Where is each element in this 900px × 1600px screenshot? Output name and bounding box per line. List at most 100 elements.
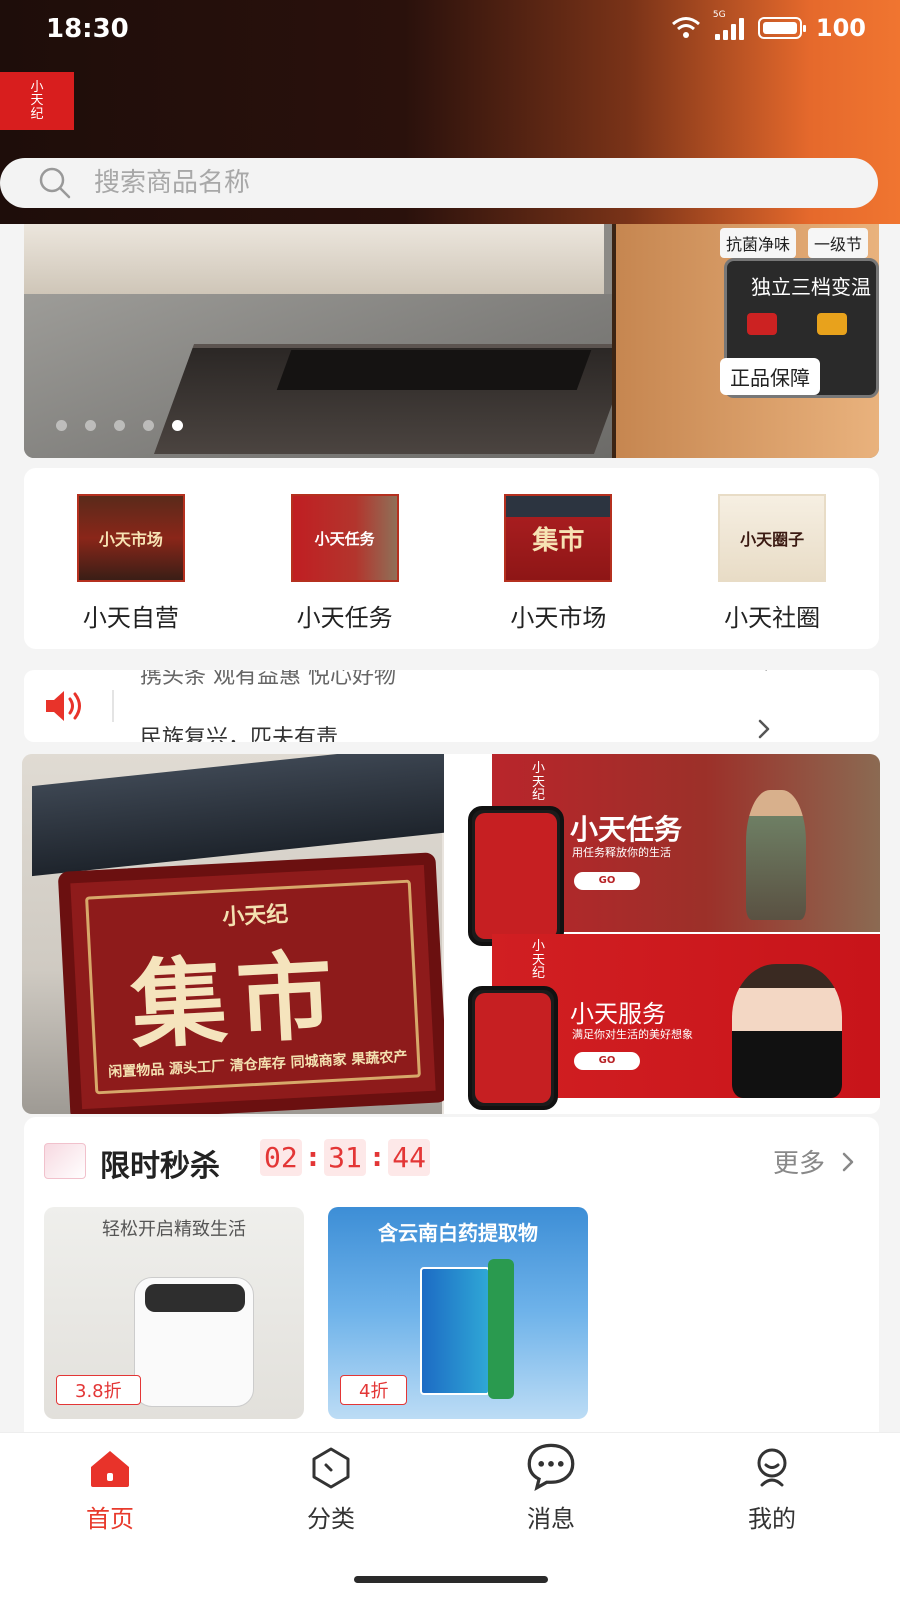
status-icons: 5G 100 [671,10,866,42]
genuine-badge: 正品保障 [720,358,820,395]
product-card-toothpaste[interactable]: 含云南白药提取物 4折 [328,1207,588,1419]
notice-text: 民族复兴，匹夫有责 [140,726,339,742]
tab-label: 消息 [527,1505,575,1533]
brand-logo[interactable]: 小 天 纪 [0,72,74,130]
panel-option-2 [817,313,847,335]
tab-label: 分类 [307,1505,355,1533]
app-header: 18:30 5G 100 小 天 纪 [0,0,900,224]
toothpaste-box-image [420,1267,490,1395]
category-image-text: 小天市场 [98,530,163,549]
panel-option-1 [747,313,777,335]
speaker-icon [46,691,81,721]
tab-home[interactable]: 首页 [50,1445,170,1534]
task-poster-image: 小天任务 [290,494,399,582]
category-community[interactable]: 小天圈子 小天社圈 [692,494,852,649]
carousel-dot[interactable] [56,420,67,431]
phone-mockup [468,806,564,946]
carousel-dot[interactable] [85,420,96,431]
flash-sale-section: 限时秒杀 02 : 31 : 44 更多 轻松开启精致生活 3.8折 含云南白药… [24,1117,879,1447]
carousel-dot-active[interactable] [172,420,183,431]
task-promo-subtitle: 用任务释放你的生活 [572,846,671,859]
task-go-button[interactable]: GO [574,872,640,890]
chevron-right-icon [842,1152,854,1171]
category-label: 小天任务 [296,604,393,632]
promo-banner[interactable]: 小天纪 集市 闲置物品 源头工厂 清仓库存 同城商家 果蔬农产 小 天 纪 小天… [22,754,880,1114]
banner-sofa [24,224,604,294]
service-promo-subtitle: 满足你对生活的美好想象 [572,1028,693,1041]
banner-table-slot [276,350,592,390]
status-bar: 18:30 5G 100 [0,0,900,64]
carousel-dot[interactable] [143,420,154,431]
battery-level: 100 [815,14,866,42]
search-input[interactable] [94,168,794,198]
category-grid: 小天市场 小天自营 小天任务 小天任务 集市 小天市场 小天圈子 小天社圈 [24,468,879,649]
countdown-minutes: 31 [324,1139,366,1176]
shop-sign-image: 小天市场 [76,494,185,582]
signal-icon: 5G [713,10,744,40]
service-promo: 小 天 纪 小天任务 用任务释放你的生活 GO 小 天 纪 小天服务 满足你对生… [444,754,880,1114]
product-tagline: 含云南白药提取物 [378,1221,538,1245]
phone-mockup [468,986,558,1110]
announcement-bar[interactable]: 携头条 观有益惠 悦心好物 民族复兴，匹夫有责 [24,670,879,742]
chevron-right-icon [765,670,767,671]
banner-carousel[interactable]: 抗菌净味 一级节 独立三档变温 正品保障 [24,224,879,458]
service-promo-title: 小天服务 [570,1000,666,1028]
countdown-separator: : [371,1142,383,1173]
home-icon [91,1451,129,1487]
hiker-image [746,790,806,920]
service-go-button[interactable]: GO [574,1052,640,1070]
category-tasks[interactable]: 小天任务 小天任务 [265,494,425,649]
phone-screen [475,993,551,1103]
product-tagline: 轻松开启精致生活 [102,1219,246,1240]
search-bar[interactable] [0,158,878,208]
status-time: 18:30 [46,14,129,44]
battery-icon [757,17,806,39]
countdown-hours: 02 [260,1139,302,1176]
wifi-icon [671,17,700,38]
category-image-text: 小天任务 [314,529,375,548]
tab-label: 我的 [748,1505,796,1533]
maid-image [732,964,842,1098]
promo-logo: 小 天 纪 [532,939,546,982]
category-label: 小天社圈 [724,604,821,632]
discount-badge: 4折 [340,1375,408,1405]
tab-messages[interactable]: 消息 [491,1443,611,1534]
rice-cooker-image [134,1277,254,1407]
flash-sale-title: 限时秒杀 [100,1149,220,1184]
more-link[interactable]: 更多 [773,1143,855,1180]
category-image-text: 集市 [532,525,585,556]
tab-category[interactable]: 分类 [271,1445,391,1534]
task-promo-title: 小天任务 [570,813,683,846]
circle-painting-image: 小天圈子 [718,494,827,582]
countdown-timer: 02 : 31 : 44 [260,1139,430,1176]
tab-profile[interactable]: 我的 [712,1445,832,1534]
promo-logo: 小 天 纪 [532,761,546,804]
chevron-right-icon [758,719,770,739]
market-sign: 小天纪 集市 闲置物品 源头工厂 清仓库存 同城商家 果蔬农产 [57,852,449,1114]
category-icon [312,1447,350,1489]
toothpaste-tube-image [488,1259,514,1399]
perfume-icon [44,1143,86,1179]
banner-chip-antibacterial: 抗菌净味 [720,228,797,258]
search-icon [39,167,71,199]
category-label: 小天市场 [510,604,607,632]
message-icon [527,1443,575,1491]
home-indicator[interactable] [354,1576,548,1583]
logo-text: 小 天 纪 [30,79,44,122]
countdown-seconds: 44 [388,1139,430,1176]
market-promo: 小天纪 集市 闲置物品 源头工厂 清仓库存 同城商家 果蔬农产 [22,754,452,1114]
carousel-dot[interactable] [114,420,125,431]
phone-screen [475,813,557,939]
product-card-rice-cooker[interactable]: 轻松开启精致生活 3.8折 [44,1207,304,1419]
bottom-tab-bar: 首页 分类 消息 我的 [0,1432,900,1600]
category-image-text: 小天圈子 [740,530,805,549]
tab-label: 首页 [86,1505,134,1533]
network-type: 5G [712,10,726,20]
notice-previous-text: 携头条 观有益惠 悦心好物 [140,670,396,689]
discount-badge: 3.8折 [56,1375,141,1405]
rice-cooker-lid [145,1284,245,1312]
category-market[interactable]: 集市 小天市场 [478,494,638,649]
category-self-operated[interactable]: 小天市场 小天自营 [51,494,211,649]
market-sign-image: 集市 [504,494,613,582]
profile-icon [757,1448,787,1487]
